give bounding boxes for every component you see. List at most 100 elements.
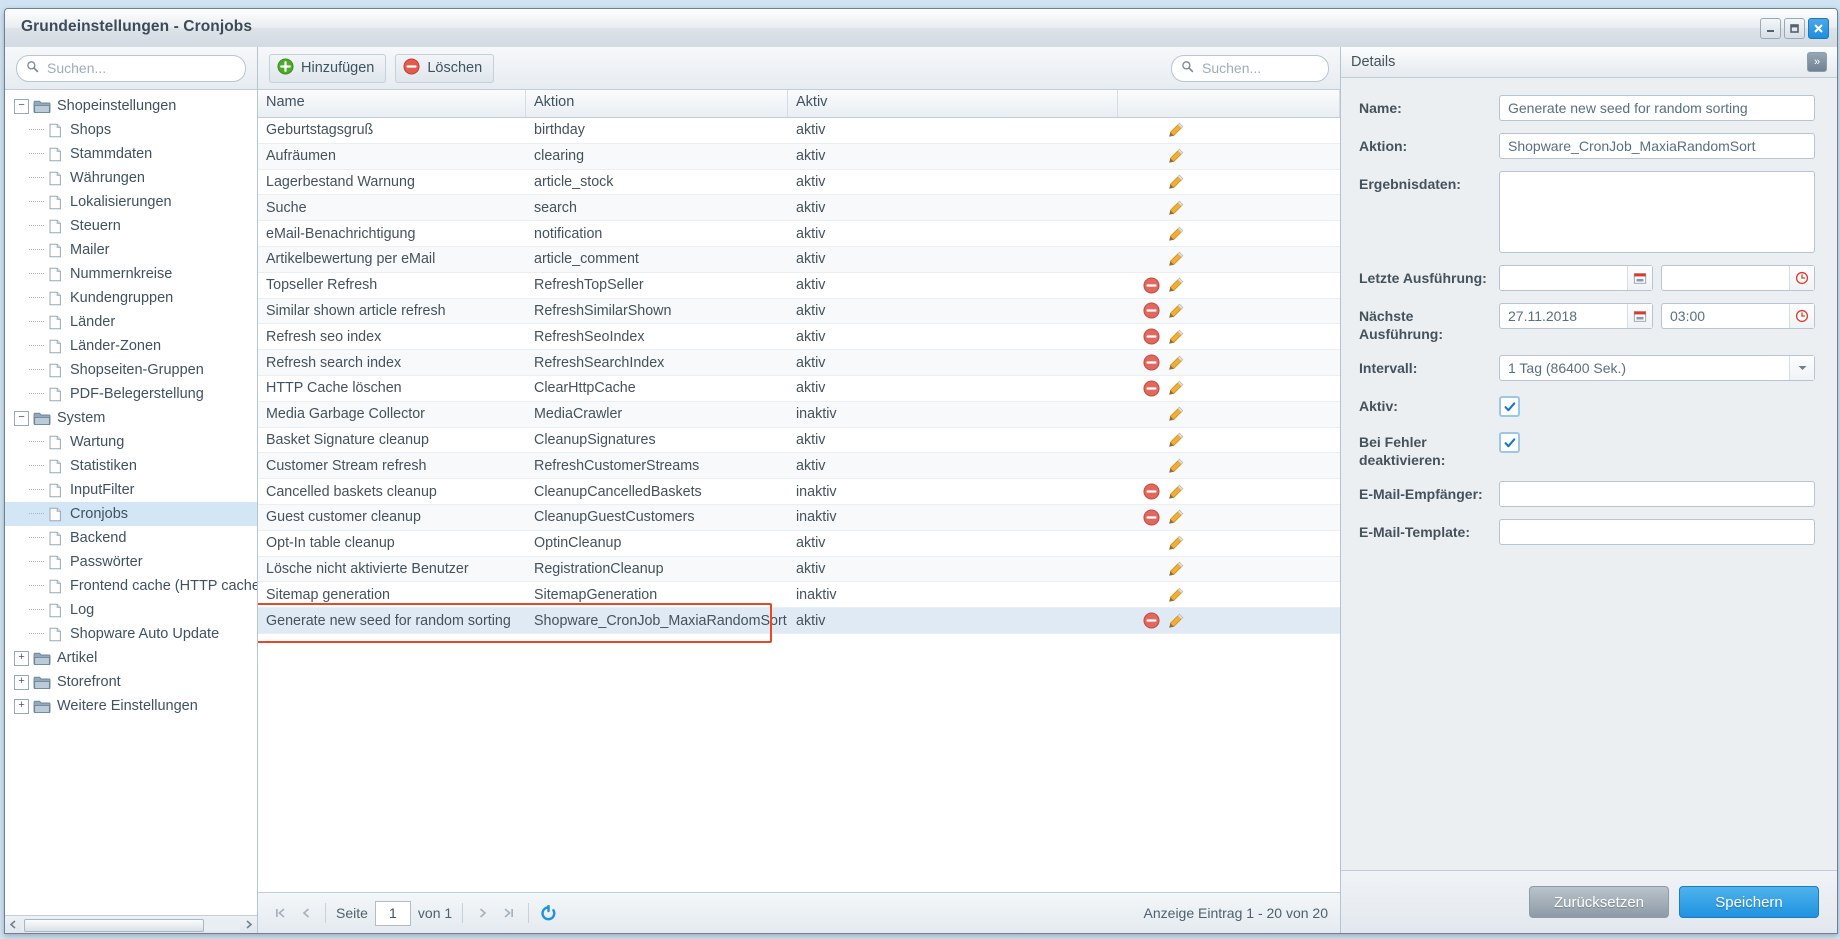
reset-button[interactable]: Zurücksetzen bbox=[1529, 886, 1669, 918]
grid-search-box[interactable] bbox=[1171, 54, 1329, 82]
table-row[interactable]: Sitemap generation SitemapGeneration inakt… bbox=[258, 582, 1340, 609]
row-delete-icon[interactable] bbox=[1143, 277, 1160, 294]
scroll-right-arrow[interactable] bbox=[241, 917, 257, 932]
row-delete-icon[interactable] bbox=[1143, 328, 1160, 345]
sidebar-item-nummernkreise[interactable]: Nummernkreise bbox=[5, 262, 257, 286]
sidebar-item-shopseiten-gruppen[interactable]: Shopseiten-Gruppen bbox=[5, 358, 257, 382]
save-button[interactable]: Speichern bbox=[1679, 886, 1819, 918]
minimize-button[interactable] bbox=[1760, 18, 1781, 39]
sidebar-item-wartung[interactable]: Wartung bbox=[5, 430, 257, 454]
row-edit-icon[interactable] bbox=[1167, 225, 1185, 243]
table-row[interactable]: Lagerbestand Warnung article_stock aktiv bbox=[258, 170, 1340, 196]
sidebar-item-log[interactable]: Log bbox=[5, 598, 257, 622]
sidebar-item-frontend-cache-http-cache[interactable]: Frontend cache (HTTP cache) bbox=[5, 574, 257, 598]
add-button[interactable]: Hinzufügen bbox=[269, 53, 387, 83]
email-recipient-input[interactable] bbox=[1499, 481, 1815, 507]
interval-select[interactable]: 1 Tag (86400 Sek.) bbox=[1499, 355, 1815, 381]
table-row[interactable]: Artikelbewertung per eMail article_commen… bbox=[258, 246, 1340, 273]
sidebar-item-system[interactable]: − System bbox=[5, 406, 257, 430]
tree-horizontal-scrollbar[interactable] bbox=[5, 915, 257, 933]
clock-icon[interactable] bbox=[1789, 266, 1814, 290]
row-edit-icon[interactable] bbox=[1167, 508, 1185, 526]
table-row[interactable]: Cancelled baskets cleanup CleanupCancelle… bbox=[258, 479, 1340, 505]
sidebar-item-artikel[interactable]: + Artikel bbox=[5, 646, 257, 670]
row-edit-icon[interactable] bbox=[1167, 302, 1185, 320]
sidebar-item-l-nder[interactable]: Länder bbox=[5, 310, 257, 334]
last-run-date-input[interactable] bbox=[1500, 270, 1627, 286]
sidebar-item-weitere-einstellungen[interactable]: + Weitere Einstellungen bbox=[5, 694, 257, 718]
last-run-date-picker[interactable] bbox=[1499, 265, 1653, 291]
table-row[interactable]: Customer Stream refresh RefreshCustomerSt… bbox=[258, 453, 1340, 480]
table-row[interactable]: Refresh search index RefreshSearchIndex ak… bbox=[258, 350, 1340, 376]
next-run-time-input[interactable] bbox=[1662, 308, 1789, 324]
expand-node-icon[interactable]: + bbox=[14, 698, 29, 714]
grid-column-header[interactable]: Aktiv bbox=[788, 90, 1118, 117]
sidebar-item-shops[interactable]: Shops bbox=[5, 118, 257, 142]
table-row[interactable]: Basket Signature cleanup CleanupSignature… bbox=[258, 428, 1340, 454]
table-row[interactable]: Opt-In table cleanup OptinCleanup aktiv bbox=[258, 531, 1340, 557]
table-row[interactable]: eMail-Benachrichtigung notification aktiv bbox=[258, 221, 1340, 247]
row-delete-icon[interactable] bbox=[1143, 354, 1160, 371]
sidebar-item-kundengruppen[interactable]: Kundengruppen bbox=[5, 286, 257, 310]
table-row[interactable]: HTTP Cache löschen ClearHttpCache aktiv bbox=[258, 376, 1340, 402]
page-number-input[interactable] bbox=[374, 900, 411, 926]
table-row[interactable]: Refresh seo index RefreshSeoIndex aktiv bbox=[258, 324, 1340, 351]
close-button[interactable] bbox=[1808, 18, 1829, 39]
row-delete-icon[interactable] bbox=[1143, 302, 1160, 319]
table-row[interactable]: Similar shown article refresh RefreshSimi… bbox=[258, 298, 1340, 325]
refresh-button[interactable] bbox=[539, 904, 558, 923]
maximize-button[interactable] bbox=[1784, 18, 1805, 39]
calendar-icon[interactable] bbox=[1627, 304, 1652, 328]
row-edit-icon[interactable] bbox=[1167, 250, 1185, 268]
expand-node-icon[interactable]: + bbox=[14, 674, 29, 690]
table-row[interactable]: Geburtstagsgruß birthday aktiv bbox=[258, 118, 1340, 144]
collapse-node-icon[interactable]: − bbox=[14, 410, 29, 426]
table-row[interactable]: Generate new seed for random sorting Shop… bbox=[258, 608, 1340, 634]
expand-node-icon[interactable]: + bbox=[14, 650, 29, 666]
active-checkbox[interactable] bbox=[1499, 396, 1520, 417]
grid-column-header[interactable]: Name bbox=[258, 90, 526, 117]
chevron-down-icon[interactable] bbox=[1789, 356, 1814, 380]
row-edit-icon[interactable] bbox=[1167, 586, 1185, 604]
row-delete-icon[interactable] bbox=[1143, 380, 1160, 397]
collapse-node-icon[interactable]: − bbox=[14, 98, 29, 114]
grid-column-header[interactable] bbox=[1118, 90, 1340, 117]
sidebar-item-shopware-auto-update[interactable]: Shopware Auto Update bbox=[5, 622, 257, 646]
grid-column-header[interactable]: Aktion bbox=[526, 90, 788, 117]
row-edit-icon[interactable] bbox=[1167, 431, 1185, 449]
sidebar-item-shopeinstellungen[interactable]: − Shopeinstellungen bbox=[5, 94, 257, 118]
sidebar-item-cronjobs[interactable]: Cronjobs bbox=[5, 502, 257, 526]
table-row[interactable]: Aufräumen clearing aktiv bbox=[258, 143, 1340, 170]
row-edit-icon[interactable] bbox=[1167, 612, 1185, 630]
last-run-time-picker[interactable] bbox=[1661, 265, 1815, 291]
scrollbar-thumb[interactable] bbox=[24, 919, 204, 932]
tree-search-input[interactable] bbox=[45, 59, 236, 77]
sidebar-item-statistiken[interactable]: Statistiken bbox=[5, 454, 257, 478]
email-template-input[interactable] bbox=[1499, 519, 1815, 545]
row-edit-icon[interactable] bbox=[1167, 457, 1185, 475]
table-row[interactable]: Suche search aktiv bbox=[258, 195, 1340, 222]
disable-on-error-checkbox[interactable] bbox=[1499, 432, 1520, 453]
row-delete-icon[interactable] bbox=[1143, 509, 1160, 526]
next-run-date-input[interactable] bbox=[1500, 308, 1627, 324]
sidebar-item-storefront[interactable]: + Storefront bbox=[5, 670, 257, 694]
next-page-button[interactable] bbox=[473, 904, 492, 923]
last-page-button[interactable] bbox=[499, 904, 518, 923]
scroll-left-arrow[interactable] bbox=[5, 917, 21, 932]
action-input[interactable] bbox=[1499, 133, 1815, 159]
row-edit-icon[interactable] bbox=[1167, 534, 1185, 552]
scrollbar-track[interactable] bbox=[22, 918, 240, 932]
row-delete-icon[interactable] bbox=[1143, 483, 1160, 500]
row-delete-icon[interactable] bbox=[1143, 612, 1160, 629]
row-edit-icon[interactable] bbox=[1167, 199, 1185, 217]
row-edit-icon[interactable] bbox=[1167, 483, 1185, 501]
row-edit-icon[interactable] bbox=[1167, 354, 1185, 372]
row-edit-icon[interactable] bbox=[1167, 328, 1185, 346]
sidebar-item-passw-rter[interactable]: Passwörter bbox=[5, 550, 257, 574]
delete-button[interactable]: Löschen bbox=[395, 53, 495, 83]
row-edit-icon[interactable] bbox=[1167, 405, 1185, 423]
row-edit-icon[interactable] bbox=[1167, 121, 1185, 139]
sidebar-item-w-hrungen[interactable]: Währungen bbox=[5, 166, 257, 190]
sidebar-item-l-nder-zonen[interactable]: Länder-Zonen bbox=[5, 334, 257, 358]
grid-search-input[interactable] bbox=[1200, 59, 1319, 77]
